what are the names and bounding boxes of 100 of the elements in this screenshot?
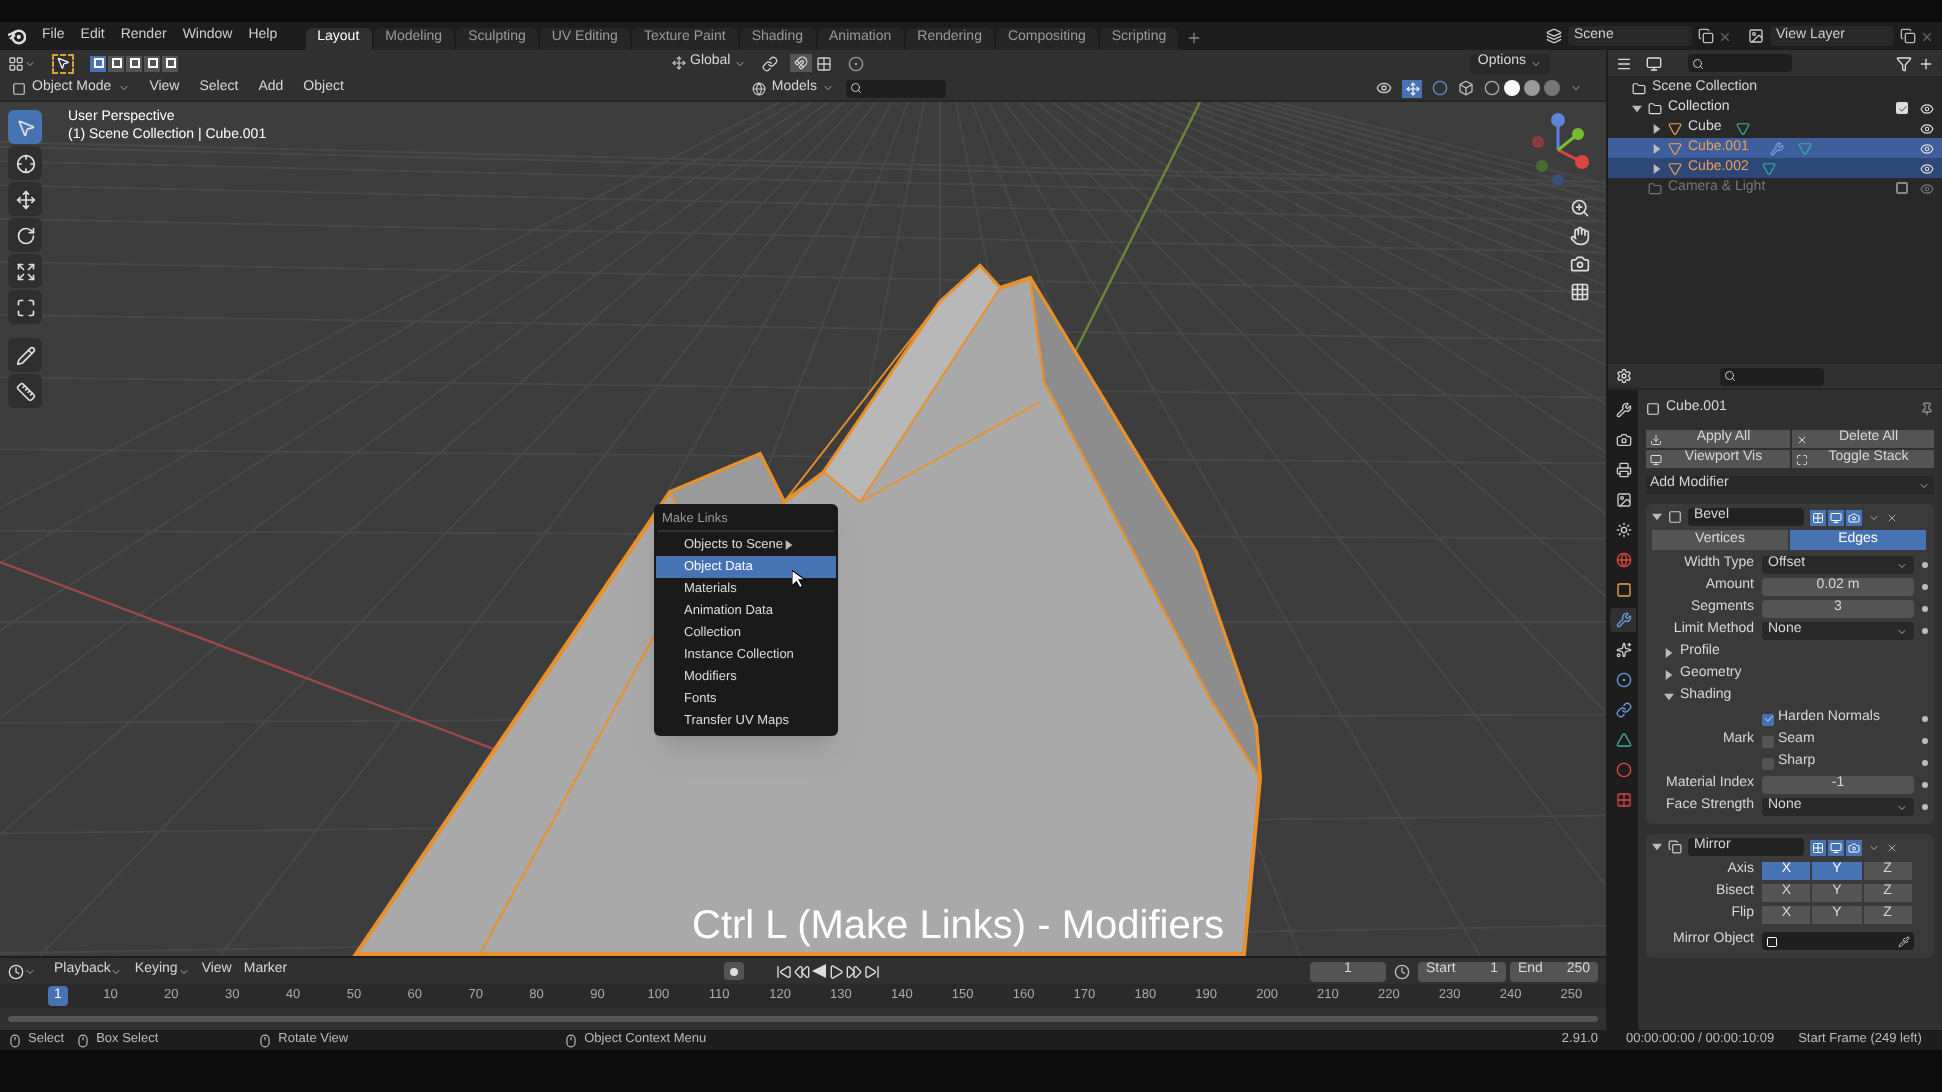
app-logo-icon[interactable] [8,27,26,45]
play-reverse-icon[interactable] [811,964,826,978]
material-shading-icon[interactable] [1524,80,1540,96]
tool-button[interactable] [8,290,42,324]
collection-icon [1632,81,1646,95]
camera-icon [1615,432,1631,448]
view-layer-icon[interactable] [1748,28,1764,44]
editor-type-icon[interactable] [1616,55,1632,71]
globe-icon [1615,552,1631,568]
proportional-edit-icon[interactable] [848,55,865,71]
search-field[interactable] [846,79,947,97]
checkbox[interactable] [1762,735,1774,747]
rendered-shading-icon[interactable] [1544,80,1560,96]
clock-icon[interactable] [1394,963,1410,979]
expand-arrow-icon[interactable] [1632,103,1642,113]
play-icon[interactable] [827,963,844,979]
add-workspace-icon[interactable] [1186,30,1203,46]
camera-icon [1848,511,1860,523]
selection-mode-button[interactable] [126,55,142,71]
caret-icon [24,57,36,69]
render-toggle[interactable] [1846,509,1862,525]
editor-type-icon[interactable] [8,55,24,71]
editor-type-icon[interactable] [8,963,24,979]
snap-grid-icon[interactable] [816,55,833,71]
expand-arrow-icon[interactable] [1652,512,1662,522]
caret-icon [734,57,747,69]
object-field[interactable] [1762,932,1914,950]
transform-icon [15,297,35,317]
render-toggle[interactable] [1846,839,1862,855]
editmode-toggle[interactable] [1810,839,1826,855]
checkbox[interactable] [1896,182,1908,194]
select-box-icon [15,117,35,137]
filter-icon[interactable] [1896,55,1912,71]
overlay-icon[interactable] [1432,80,1448,96]
expand-arrow-icon[interactable] [1664,648,1674,658]
tool-button[interactable] [8,146,42,180]
pointer-icon [56,56,70,70]
grid-icon[interactable] [1570,282,1590,302]
caret-icon [1570,82,1582,94]
editor-type-icon[interactable] [1616,368,1632,384]
search-field[interactable] [1688,54,1792,72]
expand-arrow-icon[interactable] [1652,842,1662,852]
scene-icon[interactable] [1546,28,1562,44]
display-mode-icon[interactable] [1646,55,1662,71]
selection-mode-button[interactable] [90,55,106,71]
expand-arrow-icon[interactable] [1664,692,1674,702]
record-dot-icon [729,967,738,975]
mouse-icon [258,1033,273,1047]
gizmo-toggle-button[interactable] [1402,79,1422,97]
tool-button[interactable] [8,374,42,408]
tool-button[interactable] [8,218,42,252]
remove-icon[interactable] [1886,841,1898,853]
scale-icon [15,261,35,281]
snap-button[interactable] [790,54,813,72]
new-collection-icon[interactable] [1918,55,1934,71]
wireframe-shading-icon[interactable] [1484,80,1500,96]
checkbox[interactable] [1762,757,1774,769]
previous-keyframe-icon[interactable] [793,963,810,979]
camera-icon[interactable] [1570,254,1590,274]
close-icon[interactable] [1920,29,1934,43]
solid-shading-icon[interactable] [1504,80,1520,96]
editmode-toggle[interactable] [1810,509,1826,525]
copy-icon[interactable] [1698,28,1714,44]
annotate-icon [15,345,35,365]
tool-button[interactable] [8,254,42,288]
jump-start-icon[interactable] [775,963,792,979]
expand-arrow-icon[interactable] [1664,670,1674,680]
close-icon[interactable] [1718,29,1732,43]
pin-icon[interactable] [1920,402,1934,416]
selection-mode-button[interactable] [108,55,124,71]
xray-icon[interactable] [1458,80,1474,96]
selection-mode-button[interactable] [144,55,160,71]
expand-arrow-icon[interactable] [1652,143,1662,153]
copy-icon[interactable] [1900,28,1916,44]
jump-end-icon[interactable] [863,963,880,979]
mouse-icon [564,1033,579,1047]
active-tool-button[interactable] [52,53,74,73]
search-field[interactable] [1720,367,1824,385]
viewport-toggle[interactable] [1828,509,1844,525]
record-button[interactable] [723,962,744,980]
checkbox[interactable] [1896,102,1908,114]
remove-icon[interactable] [1886,511,1898,523]
selection-mode-button[interactable] [162,55,178,71]
expand-arrow-icon[interactable] [1652,123,1662,133]
pivot-icon[interactable] [762,55,779,71]
tool-button[interactable] [8,182,42,216]
expand-arrow-icon[interactable] [1652,163,1662,173]
wrench-icon [1615,612,1631,628]
zoom-icon[interactable] [1570,198,1590,218]
viewport-toggle[interactable] [1828,839,1844,855]
tool-button[interactable] [8,338,42,372]
next-keyframe-icon[interactable] [845,963,862,979]
axes-icon [672,56,686,70]
properties-tab[interactable] [1610,608,1636,632]
submenu-arrow-icon[interactable] [783,540,793,550]
tool-button[interactable] [8,110,42,144]
navigation-gizmo-icon[interactable] [1530,110,1590,190]
visibility-icon[interactable] [1376,80,1392,96]
hand-icon[interactable] [1570,226,1590,246]
object-mode-icon [12,81,26,95]
